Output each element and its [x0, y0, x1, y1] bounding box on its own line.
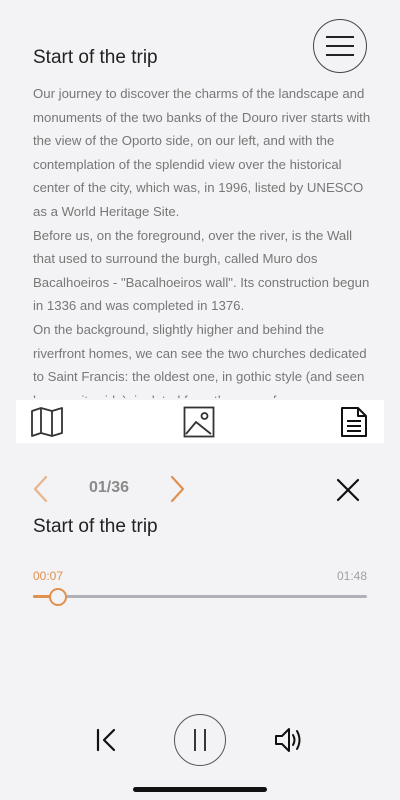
volume-button[interactable]	[272, 724, 306, 756]
time-total: 01:48	[336, 569, 367, 583]
track-navigation: 01/36	[0, 472, 400, 506]
pause-icon	[194, 729, 206, 751]
time-elapsed: 00:07	[33, 569, 64, 583]
tab-text[interactable]	[329, 400, 379, 443]
document-icon	[341, 406, 367, 437]
track-title: Start of the trip	[33, 516, 158, 537]
menu-button[interactable]	[313, 19, 367, 73]
article-paragraph: On the background, slightly higher and b…	[33, 321, 367, 398]
article-paragraph: Our journey to discover the charms of th…	[33, 86, 371, 219]
skip-back-icon	[96, 728, 116, 752]
map-icon	[31, 406, 63, 437]
chevron-right-icon	[170, 475, 185, 503]
article-title: Start of the trip	[33, 47, 158, 68]
article-paragraph: Before us, on the foreground, over the r…	[33, 227, 370, 314]
hamburger-menu-icon	[326, 36, 354, 56]
pause-button[interactable]	[174, 714, 226, 766]
progress-slider[interactable]	[33, 587, 367, 606]
close-icon	[336, 478, 360, 502]
volume-icon	[275, 728, 301, 752]
tab-map[interactable]	[22, 400, 72, 443]
image-icon	[183, 406, 215, 437]
home-indicator	[133, 787, 267, 792]
article-body[interactable]: Our journey to discover the charms of th…	[33, 82, 373, 398]
track-counter: 01/36	[88, 479, 130, 496]
tab-image[interactable]	[174, 400, 224, 443]
chevron-left-icon	[33, 475, 48, 503]
skip-back-button[interactable]	[90, 724, 122, 756]
previous-track-button[interactable]	[27, 472, 53, 506]
progress-handle[interactable]	[49, 587, 68, 606]
close-player-button[interactable]	[334, 476, 362, 504]
content-tab-bar	[16, 400, 384, 443]
playback-controls	[0, 714, 400, 766]
next-track-button[interactable]	[165, 472, 191, 506]
